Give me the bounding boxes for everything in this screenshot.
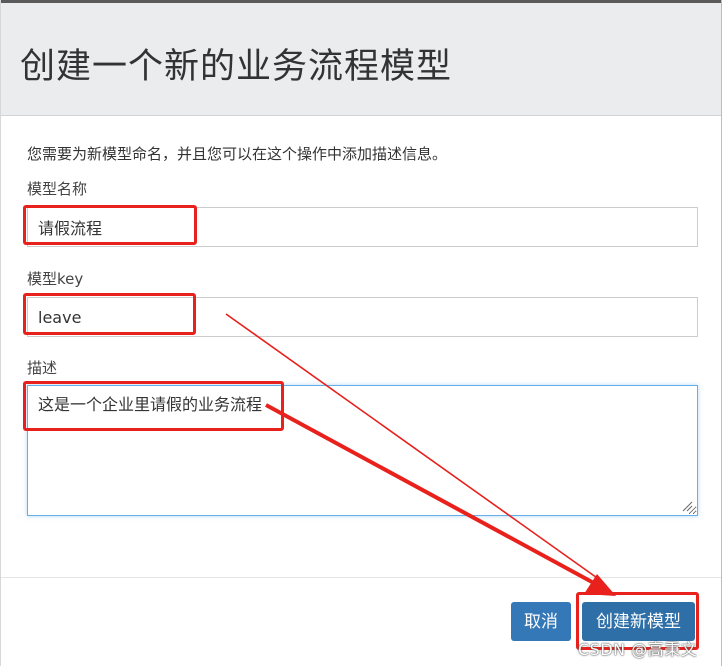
create-model-dialog: 创建一个新的业务流程模型 您需要为新模型命名，并且您可以在这个操作中添加描述信息… bbox=[0, 0, 722, 666]
description-textarea[interactable]: 这是一个企业里请假的业务流程 bbox=[27, 385, 698, 516]
watermark-text: CSDN @高秉文 bbox=[578, 640, 698, 659]
footer-divider bbox=[1, 577, 721, 578]
dialog-intro-text: 您需要为新模型命名，并且您可以在这个操作中添加描述信息。 bbox=[27, 145, 448, 163]
dialog-title: 创建一个新的业务流程模型 bbox=[20, 47, 453, 87]
model-name-label: 模型名称 bbox=[27, 180, 88, 198]
dialog-header: 创建一个新的业务流程模型 bbox=[1, 3, 721, 116]
resize-handle-icon[interactable] bbox=[681, 500, 693, 512]
model-key-label: 模型key bbox=[27, 270, 84, 288]
cancel-button[interactable]: 取消 bbox=[511, 602, 571, 641]
description-label: 描述 bbox=[27, 359, 58, 377]
model-name-input[interactable] bbox=[27, 207, 698, 247]
model-key-input[interactable] bbox=[27, 297, 698, 337]
